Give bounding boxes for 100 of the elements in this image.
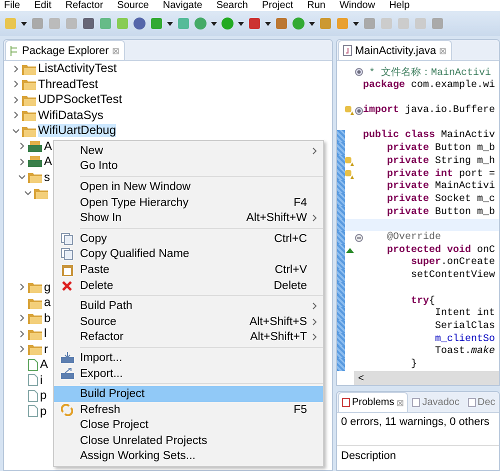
menu-item[interactable]: Copy Ctrl+C bbox=[54, 230, 323, 247]
menu-item[interactable]: Open Type Hierarchy F4 bbox=[54, 194, 323, 210]
panel-tab[interactable]: Dec bbox=[464, 392, 499, 412]
menu-item[interactable]: Show In Alt+Shift+W bbox=[54, 210, 323, 226]
chevron-down-icon[interactable] bbox=[24, 188, 32, 197]
menu-item[interactable]: Refactor bbox=[65, 0, 104, 11]
chevron-right-icon[interactable] bbox=[12, 96, 20, 104]
caret-icon[interactable] bbox=[21, 22, 27, 26]
expand-icon[interactable] bbox=[354, 68, 362, 76]
menu-item[interactable]: Export... bbox=[54, 366, 323, 382]
code-line: private Socket m_c bbox=[386, 194, 496, 205]
menu-item[interactable]: Build Project bbox=[54, 386, 323, 402]
code-line: SerialClas bbox=[434, 321, 496, 332]
copy-icon bbox=[61, 248, 73, 260]
code-line: try{ bbox=[410, 296, 436, 307]
code-line: public class MainActiv bbox=[363, 130, 496, 142]
library-icon bbox=[28, 140, 42, 152]
caret-icon[interactable] bbox=[309, 22, 315, 26]
code-line: package com.example.wi bbox=[363, 80, 496, 91]
tree-item[interactable]: A bbox=[44, 155, 52, 168]
library-icon bbox=[28, 156, 42, 168]
chevron-right-icon[interactable] bbox=[12, 111, 20, 120]
tree-item[interactable]: i bbox=[40, 374, 43, 387]
chevron-down-icon[interactable] bbox=[18, 173, 26, 182]
tree-item[interactable]: UDPSocketTest bbox=[38, 93, 122, 106]
tree-item[interactable]: b bbox=[44, 312, 51, 325]
panel-tab[interactable]: Problems ⊠ bbox=[338, 392, 408, 412]
tree-item[interactable]: WifiDataSys bbox=[38, 108, 104, 122]
export-icon bbox=[60, 368, 74, 380]
menu-item[interactable]: Import... bbox=[54, 350, 323, 366]
menu-item[interactable]: Project bbox=[262, 0, 294, 11]
tree-item[interactable]: A bbox=[40, 358, 48, 372]
caret-icon[interactable] bbox=[265, 22, 271, 26]
menu-item[interactable]: Window bbox=[339, 0, 376, 11]
column-header: Description bbox=[337, 445, 499, 466]
chevron-right-icon[interactable] bbox=[18, 314, 26, 322]
menu-item[interactable]: Run bbox=[307, 0, 326, 11]
tree-item[interactable]: p bbox=[40, 404, 47, 418]
menu-item[interactable]: File bbox=[4, 0, 20, 11]
chevron-right-icon[interactable] bbox=[12, 64, 20, 73]
expand-icon[interactable] bbox=[354, 106, 362, 115]
import-icon bbox=[60, 352, 74, 364]
panel-tab[interactable]: Javadoc bbox=[408, 392, 464, 412]
code-line: private Button m_b bbox=[386, 143, 496, 154]
tree-item[interactable]: l bbox=[44, 327, 47, 340]
menu-item[interactable]: Navigate bbox=[162, 0, 202, 11]
menu-item[interactable]: Build Path bbox=[54, 298, 323, 314]
tree-item[interactable]: ListActivityTest bbox=[38, 62, 117, 76]
code-line: private int port = bbox=[386, 168, 496, 180]
tree-item[interactable]: a bbox=[44, 296, 51, 310]
menu-item[interactable]: Close Project bbox=[54, 418, 323, 434]
code-line: Toast.make bbox=[434, 346, 496, 358]
menu-item[interactable]: Assign Working Sets... bbox=[54, 448, 323, 464]
tree-item[interactable]: g bbox=[44, 280, 51, 294]
menu-item[interactable]: Search bbox=[216, 0, 248, 11]
chevron-right-icon[interactable] bbox=[18, 345, 26, 354]
menu-item[interactable]: Open in New Window bbox=[54, 179, 323, 195]
tree-item[interactable]: WifiUartDebug bbox=[38, 124, 116, 138]
menu-item[interactable]: Delete Delete bbox=[54, 278, 323, 294]
menu-item[interactable]: New bbox=[54, 143, 323, 159]
chevron-right-icon[interactable] bbox=[18, 330, 26, 338]
menu-item[interactable]: Source Alt+Shift+S bbox=[54, 314, 323, 330]
problems-summary: 0 errors, 11 warnings, 0 others bbox=[340, 415, 490, 430]
tree-item[interactable]: ThreadTest bbox=[38, 78, 98, 91]
menu-item[interactable]: Source bbox=[117, 0, 149, 11]
code-line: @Override bbox=[386, 232, 442, 244]
menu-item[interactable]: Refresh F5 bbox=[54, 402, 323, 418]
code-line: setContentView bbox=[410, 270, 496, 282]
chevron-right-icon[interactable] bbox=[12, 80, 20, 88]
editor-tab[interactable]: MainActivity.java ⊠ bbox=[338, 40, 452, 60]
caret-icon[interactable] bbox=[211, 22, 217, 26]
menu-item[interactable]: Paste Ctrl+V bbox=[54, 262, 323, 278]
code-line: private MainActivi bbox=[386, 181, 496, 192]
code-line: } bbox=[410, 359, 418, 370]
chevron-right-icon[interactable] bbox=[18, 158, 26, 166]
code-line: import java.io.Buffere bbox=[363, 105, 496, 116]
panel-tab[interactable]: Package Explorer ⊠ bbox=[5, 40, 125, 60]
code-line: * 文件名称：MainActivi bbox=[368, 66, 492, 79]
code-line: Intent int bbox=[434, 308, 496, 320]
caret-icon[interactable] bbox=[167, 22, 173, 26]
menu-item[interactable]: Edit bbox=[34, 0, 52, 11]
menu-item[interactable]: Copy Qualified Name bbox=[54, 246, 323, 262]
tree-item[interactable]: r bbox=[44, 342, 48, 356]
tree-item[interactable]: A bbox=[44, 140, 52, 153]
chevron-down-icon[interactable] bbox=[12, 126, 20, 135]
tree-item[interactable]: p bbox=[40, 389, 47, 402]
menu-item[interactable]: Go Into bbox=[54, 158, 323, 174]
caret-icon[interactable] bbox=[353, 22, 359, 26]
caret-icon[interactable] bbox=[238, 22, 244, 26]
collapse-icon[interactable] bbox=[354, 234, 362, 242]
code-line: private String m_h bbox=[386, 156, 496, 167]
menu-item[interactable]: Close Unrelated Projects bbox=[54, 433, 323, 449]
tab-icon bbox=[468, 398, 476, 407]
chevron-right-icon[interactable] bbox=[18, 142, 26, 150]
tree-item[interactable]: s bbox=[44, 170, 50, 184]
chevron-right-icon[interactable] bbox=[18, 283, 26, 292]
tab-icon bbox=[412, 398, 420, 407]
scroll-left-button[interactable]: < bbox=[354, 372, 368, 384]
menu-item[interactable]: Help bbox=[389, 0, 410, 11]
menu-item[interactable]: Refactor Alt+Shift+T bbox=[54, 330, 323, 346]
